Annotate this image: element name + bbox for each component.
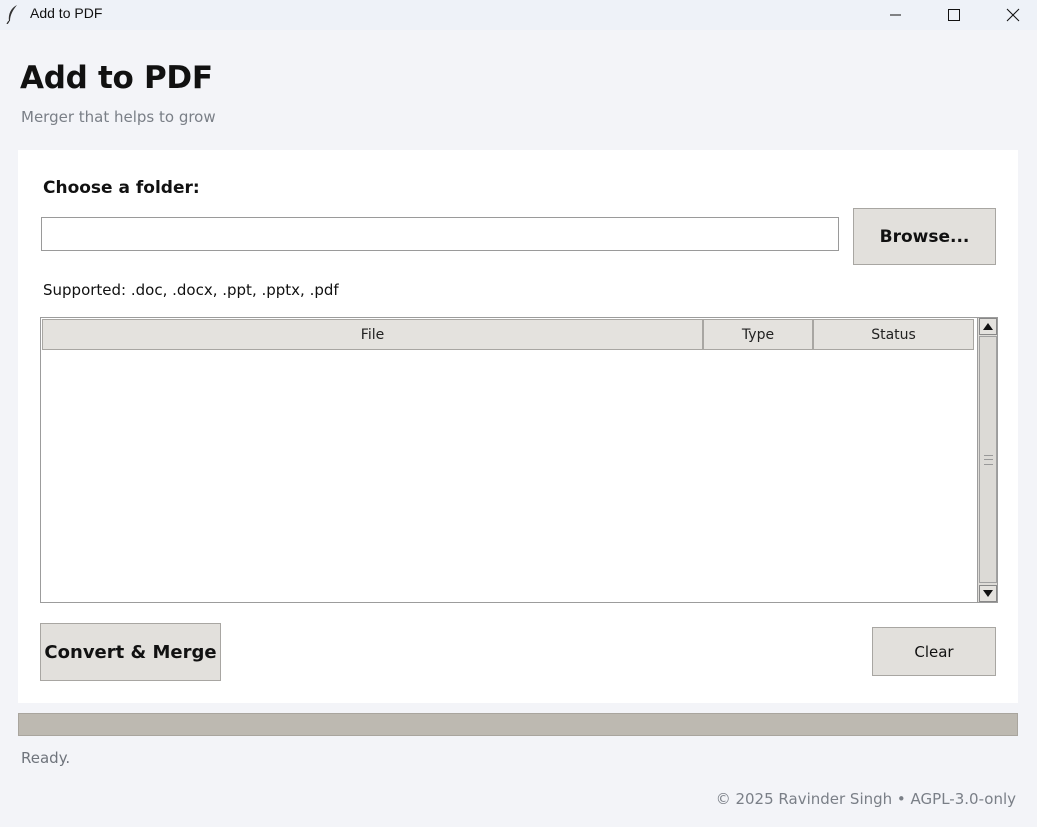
progress-bar	[18, 713, 1018, 736]
maximize-icon	[948, 9, 960, 21]
folder-path-input[interactable]	[41, 217, 839, 251]
vertical-scrollbar[interactable]	[977, 318, 997, 602]
footer-copyright: © 2025 Ravinder Singh • AGPL-3.0-only	[715, 790, 1016, 808]
minimize-icon	[890, 14, 901, 16]
folder-label: Choose a folder:	[43, 178, 200, 198]
scroll-up-button[interactable]	[979, 318, 997, 335]
convert-merge-button[interactable]: Convert & Merge	[40, 623, 221, 681]
file-table[interactable]: File Type Status	[40, 317, 998, 603]
scrollbar-thumb[interactable]	[979, 336, 997, 583]
title-bar: Add to PDF	[0, 0, 1037, 30]
status-text: Ready.	[21, 749, 71, 767]
window-title: Add to PDF	[30, 5, 103, 21]
clear-button[interactable]: Clear	[872, 627, 996, 676]
close-button[interactable]	[990, 0, 1036, 30]
scroll-down-button[interactable]	[979, 585, 997, 602]
maximize-button[interactable]	[931, 0, 977, 30]
column-header-file[interactable]: File	[42, 319, 703, 350]
supported-formats-text: Supported: .doc, .docx, .ppt, .pptx, .pd…	[43, 281, 339, 299]
main-card: Choose a folder: Browse... Supported: .d…	[18, 150, 1018, 703]
feather-icon	[6, 5, 17, 24]
page-title: Add to PDF	[20, 60, 213, 96]
close-icon	[1006, 8, 1020, 22]
arrow-up-icon	[983, 323, 993, 330]
column-header-status[interactable]: Status	[813, 319, 974, 350]
grip-icon	[984, 455, 993, 465]
minimize-button[interactable]	[873, 0, 919, 30]
table-header: File Type Status	[42, 319, 974, 350]
page-subtitle: Merger that helps to grow	[21, 108, 216, 126]
browse-button[interactable]: Browse...	[853, 208, 996, 265]
arrow-down-icon	[983, 590, 993, 597]
column-header-type[interactable]: Type	[703, 319, 813, 350]
